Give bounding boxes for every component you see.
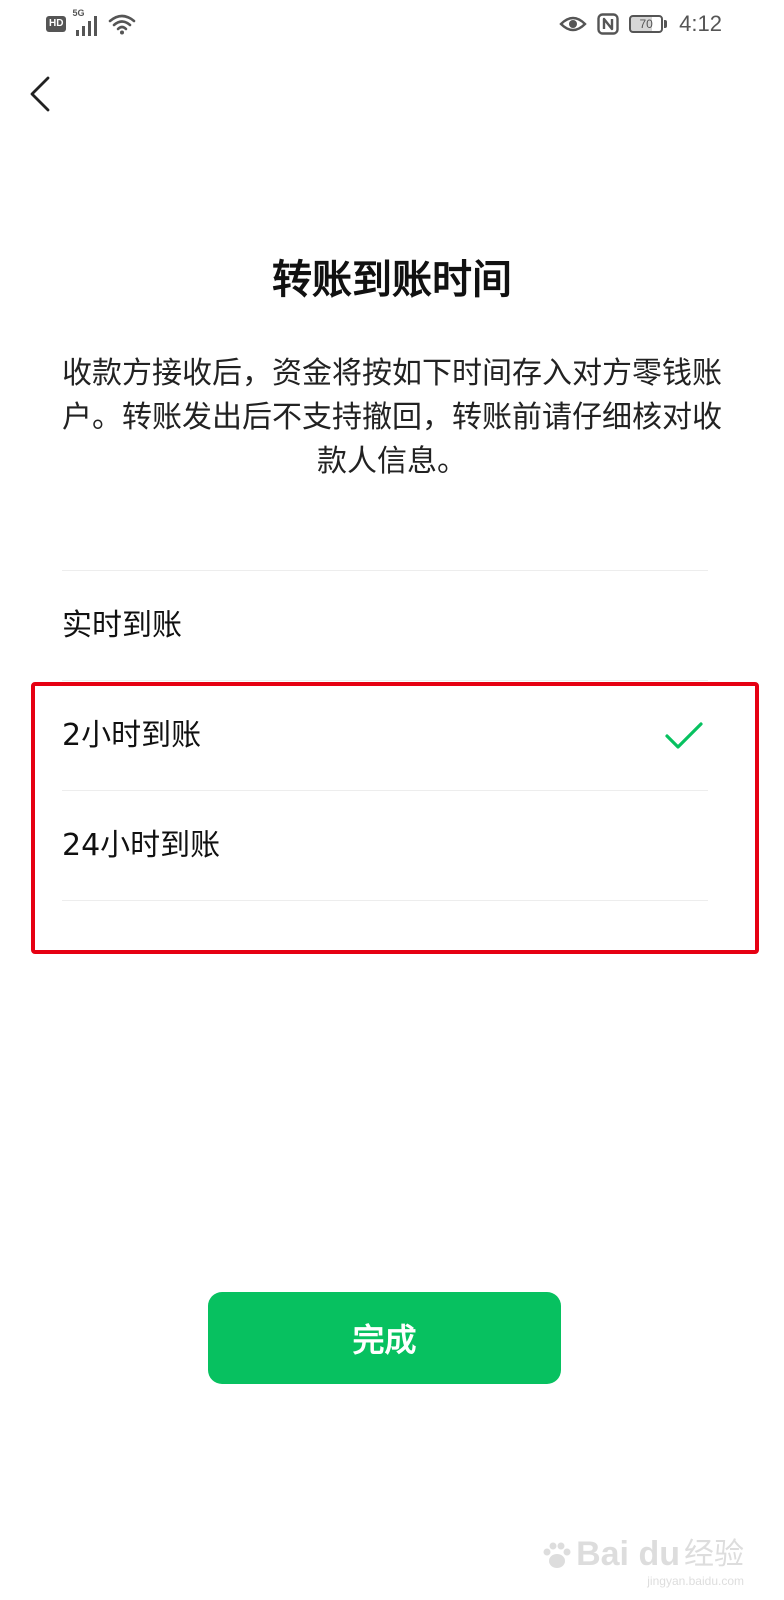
chevron-left-icon [30,76,50,112]
option-label: 实时到账 [62,607,182,643]
status-left: HD 5G [46,8,136,38]
network-label: 5G [72,8,85,18]
page-description: 收款方接收后，资金将按如下时间存入对方零钱账户。转账发出后不支持撤回，转账前请仔… [62,356,722,479]
status-bar: HD 5G 70 4:12 [0,0,784,48]
checkmark-icon [665,721,703,749]
back-button[interactable] [20,72,60,116]
nfc-icon [597,13,619,35]
battery-icon: 70 [629,15,668,33]
eye-icon [559,14,587,34]
signal-icon: 5G [72,8,100,36]
option-realtime[interactable]: 实时到账 [62,570,708,680]
wifi-icon [108,13,136,35]
watermark-brand: Bai du [576,1535,680,1573]
status-time: 4:12 [679,11,722,36]
watermark-suffix: 经验 [684,1537,744,1572]
option-label: 2小时到账 [62,717,202,753]
status-right: 70 4:12 [559,8,722,40]
page-title: 转账到账时间 [272,257,512,303]
option-2-hours[interactable]: 2小时到账 [62,680,708,790]
arrival-time-options: 实时到账 2小时到账 24小时到账 [62,570,708,901]
baidu-jingyan-watermark: Bai du 经验 jingyan.baidu.com [540,1535,744,1588]
option-label: 24小时到账 [62,827,221,863]
paw-logo-icon [540,1538,574,1572]
hd-badge: HD [46,16,67,32]
option-24-hours[interactable]: 24小时到账 [62,790,708,901]
watermark-domain: jingyan.baidu.com [647,1574,744,1588]
done-button[interactable]: 完成 [208,1292,561,1384]
